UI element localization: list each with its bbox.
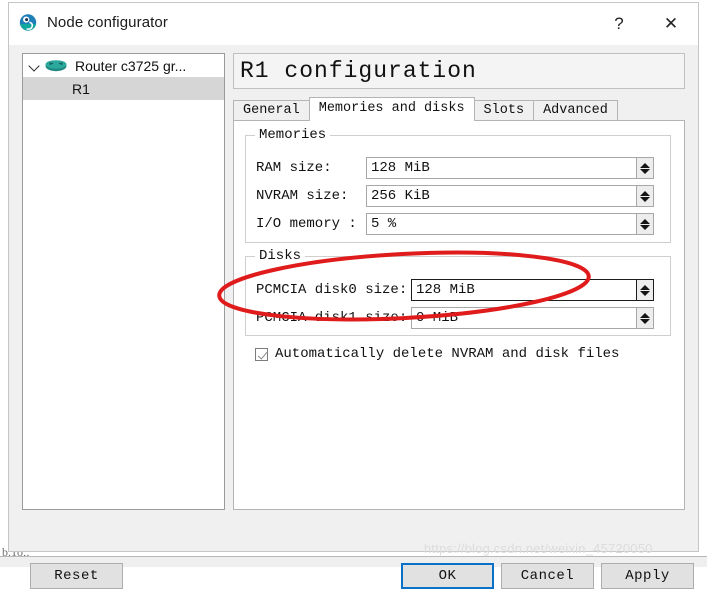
title-bar[interactable]: Node configurator ? ✕: [9, 3, 698, 46]
spin-down-icon[interactable]: [640, 168, 650, 174]
pcmcia-disk1-label: PCMCIA disk1 size:: [256, 310, 408, 326]
io-memory-stepper[interactable]: 5 %: [366, 213, 654, 235]
io-memory-spin-buttons[interactable]: [636, 213, 654, 235]
ram-size-input[interactable]: 128 MiB: [366, 157, 636, 179]
nvram-size-input[interactable]: 256 KiB: [366, 185, 636, 207]
tree-item-label: R1: [72, 80, 90, 97]
pcmcia-disk1-spin-buttons[interactable]: [636, 307, 654, 329]
nvram-size-row: NVRAM size: 256 KiB: [256, 185, 654, 207]
tree-item-label: Router c3725 gr...: [75, 57, 187, 74]
tree-item-r1[interactable]: R1: [23, 77, 224, 100]
spin-down-icon[interactable]: [640, 318, 650, 324]
auto-delete-checkbox[interactable]: [255, 347, 268, 361]
spin-up-icon[interactable]: [640, 312, 650, 318]
config-pane: R1 configuration General Memories and di…: [233, 53, 685, 510]
pcmcia-disk0-label: PCMCIA disk0 size:: [256, 282, 408, 298]
tab-memories-and-disks[interactable]: Memories and disks: [308, 97, 475, 121]
nvram-size-label: NVRAM size:: [256, 188, 349, 204]
spin-down-icon[interactable]: [640, 290, 650, 296]
tab-bar[interactable]: General Memories and disks Slots Advance…: [233, 97, 685, 121]
chevron-down-icon[interactable]: [28, 59, 42, 73]
pcmcia-disk0-stepper[interactable]: 128 MiB: [411, 279, 654, 301]
disks-group: Disks PCMCIA disk0 size: 128 MiB PCMCIA …: [245, 248, 671, 336]
tab-advanced[interactable]: Advanced: [533, 100, 618, 121]
dialog-body: Router c3725 gr... R1 R1 configuration G…: [9, 45, 698, 589]
tree-item-router-c3725[interactable]: Router c3725 gr...: [23, 54, 224, 77]
ram-size-label: RAM size:: [256, 160, 332, 176]
pcmcia-disk1-row: PCMCIA disk1 size: 0 MiB: [256, 307, 654, 329]
spin-down-icon[interactable]: [640, 224, 650, 230]
close-button[interactable]: ✕: [648, 3, 694, 44]
help-button[interactable]: ?: [596, 3, 642, 44]
memories-group: Memories RAM size: 128 MiB NVRAM size: 2…: [245, 127, 671, 243]
node-tree[interactable]: Router c3725 gr... R1: [22, 53, 225, 510]
page-title: R1 configuration: [233, 53, 685, 89]
io-memory-input[interactable]: 5 %: [366, 213, 636, 235]
window-title: Node configurator: [47, 14, 168, 31]
gns3-icon: [19, 13, 39, 33]
nvram-size-spin-buttons[interactable]: [636, 185, 654, 207]
pcmcia-disk0-spin-buttons[interactable]: [636, 279, 654, 301]
pcmcia-disk1-stepper[interactable]: 0 MiB: [411, 307, 654, 329]
router-icon: [44, 59, 68, 73]
tab-slots[interactable]: Slots: [473, 100, 535, 121]
ram-size-stepper[interactable]: 128 MiB: [366, 157, 654, 179]
io-memory-row: I/O memory : 5 %: [256, 213, 654, 235]
ram-size-spin-buttons[interactable]: [636, 157, 654, 179]
disks-group-title: Disks: [255, 248, 306, 264]
auto-delete-checkbox-row[interactable]: Automatically delete NVRAM and disk file…: [255, 346, 619, 362]
nvram-size-stepper[interactable]: 256 KiB: [366, 185, 654, 207]
spin-up-icon[interactable]: [640, 162, 650, 168]
memories-group-title: Memories: [255, 127, 331, 143]
watermark: https://blog.csdn.net/weixin_45720050: [424, 541, 653, 556]
auto-delete-label: Automatically delete NVRAM and disk file…: [275, 346, 620, 362]
tab-page-memories-and-disks: Memories RAM size: 128 MiB NVRAM size: 2…: [233, 120, 685, 510]
spin-up-icon[interactable]: [640, 284, 650, 290]
tab-general[interactable]: General: [233, 100, 310, 121]
spin-up-icon[interactable]: [640, 218, 650, 224]
pcmcia-disk0-input[interactable]: 128 MiB: [411, 279, 636, 301]
pcmcia-disk0-row: PCMCIA disk0 size: 128 MiB: [256, 279, 654, 301]
node-configurator-dialog: Node configurator ? ✕ Router c3725 gr...…: [8, 2, 699, 589]
ram-size-row: RAM size: 128 MiB: [256, 157, 654, 179]
spin-down-icon[interactable]: [640, 196, 650, 202]
io-memory-label: I/O memory :: [256, 216, 357, 232]
spin-up-icon[interactable]: [640, 190, 650, 196]
pcmcia-disk1-input[interactable]: 0 MiB: [411, 307, 636, 329]
